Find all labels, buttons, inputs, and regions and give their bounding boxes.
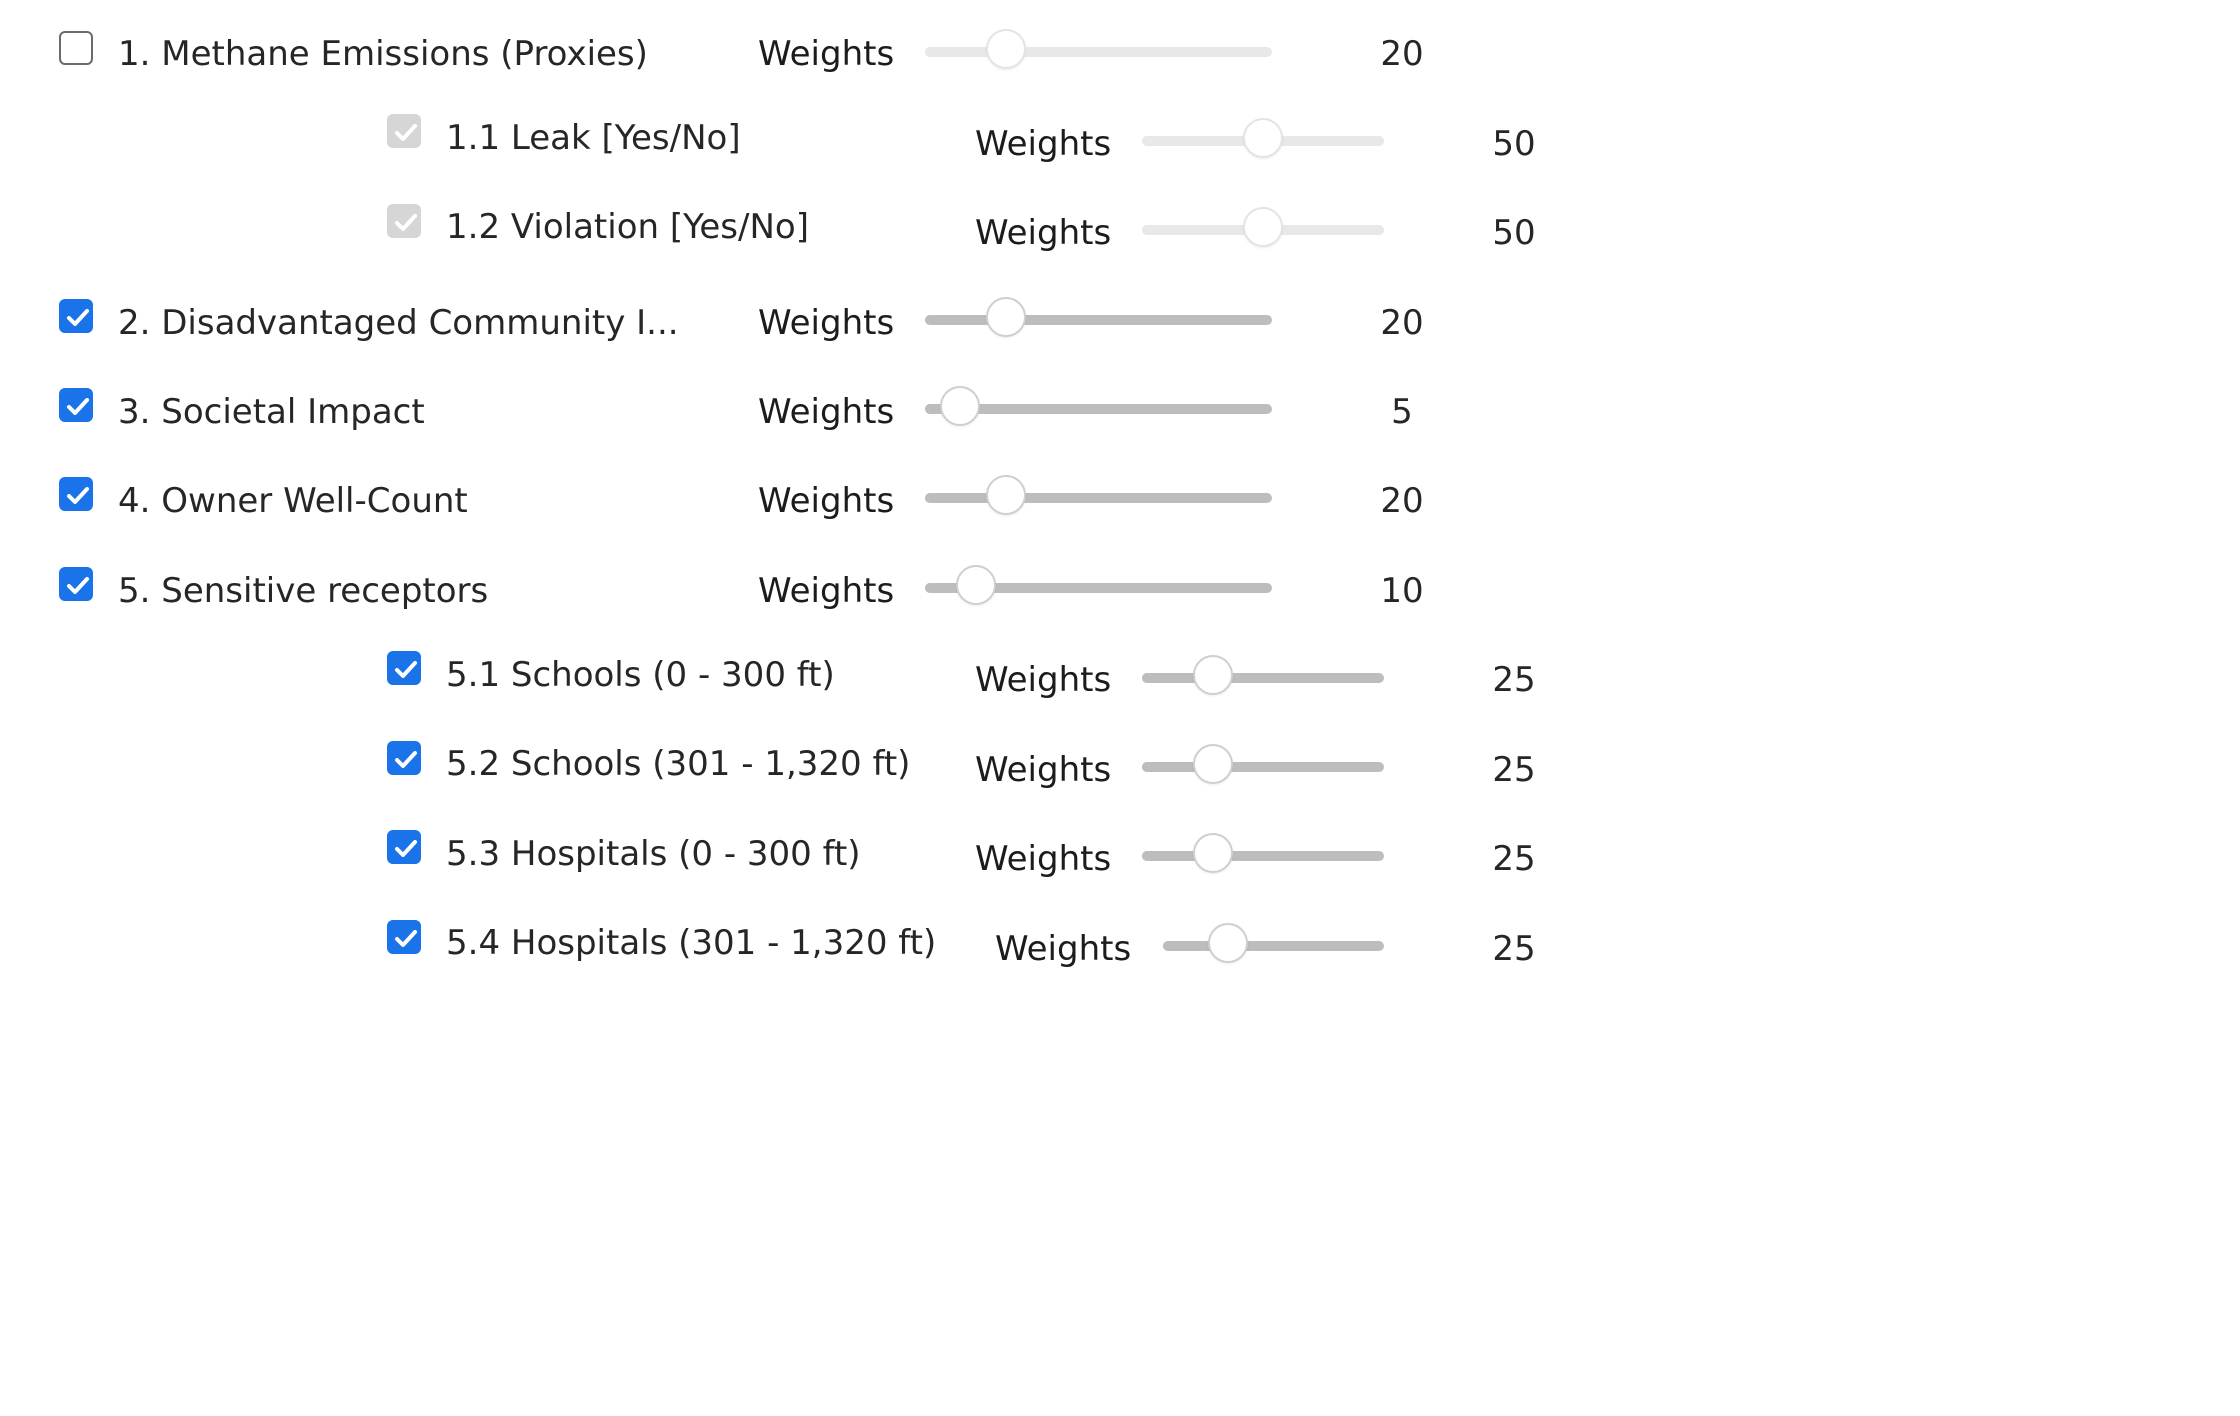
disadvantaged-community-checkbox[interactable]: [59, 299, 93, 333]
methane-weights-label: Weights: [758, 34, 895, 74]
sensitive-receptors-weight-value: 10: [1380, 571, 1424, 611]
sensitive-receptors-weight-slider[interactable]: [925, 565, 1272, 608]
hospitals-near-label: 5.3 Hospitals (0 - 300 ft): [446, 834, 861, 874]
violation-weights-label: Weights: [975, 213, 1112, 253]
slider-thumb[interactable]: [955, 565, 996, 605]
leak-checkbox[interactable]: [387, 114, 421, 148]
slider-thumb[interactable]: [986, 297, 1027, 337]
slider-thumb[interactable]: [1192, 833, 1233, 873]
methane-weight-value: 20: [1380, 34, 1424, 74]
checkmark-icon: [395, 930, 417, 947]
checkmark-icon: [67, 309, 89, 326]
leak-label: 1.1 Leak [Yes/No]: [446, 118, 741, 158]
slider-thumb[interactable]: [1243, 118, 1283, 158]
slider-thumb[interactable]: [1243, 207, 1283, 247]
owner-well-count-checkbox[interactable]: [59, 477, 93, 511]
disadvantaged-community-weight-slider[interactable]: [925, 297, 1272, 340]
methane-checkbox[interactable]: [59, 31, 93, 65]
hospitals-far-label: 5.4 Hospitals (301 - 1,320 ft): [446, 923, 937, 963]
leak-weights-label: Weights: [975, 124, 1112, 164]
societal-impact-label: 3. Societal Impact: [118, 392, 425, 432]
schools-far-weights-label: Weights: [975, 750, 1112, 790]
methane-weight-slider[interactable]: [925, 29, 1272, 72]
owner-well-count-weight-value: 20: [1380, 481, 1424, 521]
sensitive-receptors-checkbox[interactable]: [59, 567, 93, 601]
societal-impact-weights-label: Weights: [758, 392, 895, 432]
checkmark-icon: [67, 577, 89, 594]
slider-thumb[interactable]: [940, 386, 981, 426]
hospitals-far-weight-value: 25: [1492, 929, 1536, 969]
sensitive-receptors-label: 5. Sensitive receptors: [118, 571, 489, 611]
hospitals-far-weight-slider[interactable]: [1163, 923, 1384, 966]
societal-impact-checkbox[interactable]: [59, 388, 93, 422]
sensitive-receptors-weights-label: Weights: [758, 571, 895, 611]
schools-near-checkbox[interactable]: [387, 651, 421, 685]
checkmark-icon: [395, 840, 417, 857]
checkmark-icon: [395, 751, 417, 768]
checkmark-icon: [67, 487, 89, 504]
violation-weight-slider[interactable]: [1142, 207, 1384, 250]
violation-label: 1.2 Violation [Yes/No]: [446, 207, 809, 247]
slider-thumb[interactable]: [1208, 923, 1249, 963]
checkmark-icon: [395, 661, 417, 678]
slider-thumb[interactable]: [986, 29, 1027, 69]
violation-weight-value: 50: [1492, 213, 1536, 253]
weights-panel: 1. Methane Emissions (Proxies) Weights 2…: [0, 0, 1550, 1000]
societal-impact-weight-slider[interactable]: [925, 386, 1272, 429]
hospitals-far-checkbox[interactable]: [387, 920, 421, 954]
schools-near-label: 5.1 Schools (0 - 300 ft): [446, 655, 835, 695]
schools-near-weight-value: 25: [1492, 660, 1536, 700]
societal-impact-weight-value: 5: [1391, 392, 1413, 432]
slider-thumb[interactable]: [1192, 655, 1233, 695]
owner-well-count-label: 4. Owner Well-Count: [118, 481, 468, 521]
owner-well-count-weights-label: Weights: [758, 481, 895, 521]
owner-well-count-weight-slider[interactable]: [925, 475, 1272, 518]
leak-weight-slider[interactable]: [1142, 118, 1384, 161]
methane-label: 1. Methane Emissions (Proxies): [118, 34, 648, 74]
checkmark-icon: [395, 124, 417, 141]
disadvantaged-community-weight-value: 20: [1380, 303, 1424, 343]
disadvantaged-community-weights-label: Weights: [758, 303, 895, 343]
hospitals-near-weight-slider[interactable]: [1142, 833, 1384, 876]
hospitals-near-weight-value: 25: [1492, 839, 1536, 879]
schools-far-checkbox[interactable]: [387, 741, 421, 775]
schools-near-weight-slider[interactable]: [1142, 655, 1384, 698]
schools-near-weights-label: Weights: [975, 660, 1112, 700]
hospitals-near-weights-label: Weights: [975, 839, 1112, 879]
schools-far-weight-slider[interactable]: [1142, 744, 1384, 787]
checkmark-icon: [67, 398, 89, 415]
hospitals-far-weights-label: Weights: [995, 929, 1132, 969]
checkmark-icon: [395, 214, 417, 231]
leak-weight-value: 50: [1492, 124, 1536, 164]
hospitals-near-checkbox[interactable]: [387, 830, 421, 864]
disadvantaged-community-label: 2. Disadvantaged Community I...: [118, 303, 679, 343]
schools-far-weight-value: 25: [1492, 750, 1536, 790]
violation-checkbox[interactable]: [387, 204, 421, 238]
schools-far-label: 5.2 Schools (301 - 1,320 ft): [446, 744, 911, 784]
slider-thumb[interactable]: [1192, 744, 1233, 784]
slider-thumb[interactable]: [986, 475, 1027, 515]
